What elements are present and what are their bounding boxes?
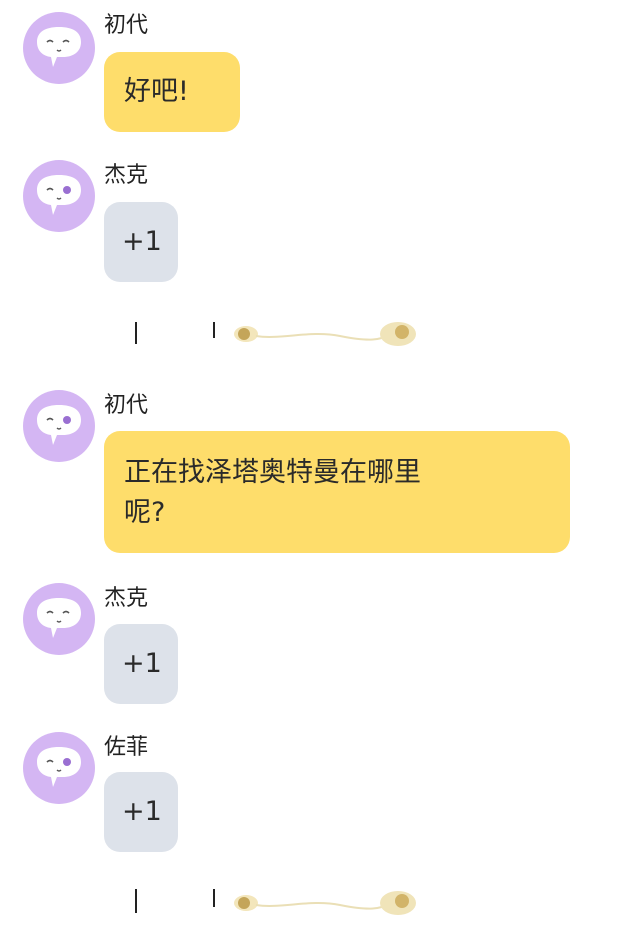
message-text: +1 bbox=[122, 648, 162, 679]
chat-thread: 初代 好吧! 杰克 +1 初代 正在找泽塔奥特曼在哪里 呢? 杰克 +1 佐菲 … bbox=[0, 0, 640, 935]
sender-name: 初代 bbox=[104, 393, 149, 418]
sender-name: 杰克 bbox=[104, 586, 149, 611]
ornament-divider bbox=[0, 879, 640, 929]
chat-bubble-face-icon bbox=[37, 175, 81, 215]
message-text: +1 bbox=[122, 226, 162, 257]
message-text: +1 bbox=[122, 796, 162, 827]
chat-bubble-face-icon bbox=[37, 598, 81, 638]
sender-name: 初代 bbox=[104, 13, 149, 38]
message-bubble[interactable]: +1 bbox=[104, 624, 178, 704]
chat-bubble-face-icon bbox=[37, 405, 81, 445]
ornament-divider bbox=[0, 310, 640, 360]
avatar[interactable] bbox=[23, 732, 95, 804]
avatar[interactable] bbox=[23, 160, 95, 232]
message-bubble[interactable]: +1 bbox=[104, 202, 178, 282]
snail-ornament-divider-icon bbox=[135, 889, 416, 915]
sender-name: 佐菲 bbox=[104, 735, 149, 760]
avatar[interactable] bbox=[23, 390, 95, 462]
chat-bubble-face-icon bbox=[37, 747, 81, 787]
message-bubble[interactable]: +1 bbox=[104, 772, 178, 852]
avatar[interactable] bbox=[23, 12, 95, 84]
message-text: 好吧! bbox=[124, 76, 189, 107]
sender-name: 杰克 bbox=[104, 163, 149, 188]
snail-ornament-divider-icon bbox=[135, 322, 416, 346]
avatar[interactable] bbox=[23, 583, 95, 655]
message-bubble[interactable]: 正在找泽塔奥特曼在哪里 呢? bbox=[104, 431, 570, 553]
message-bubble[interactable]: 好吧! bbox=[104, 52, 240, 132]
chat-bubble-face-icon bbox=[37, 27, 81, 67]
message-text: 正在找泽塔奥特曼在哪里 呢? bbox=[124, 457, 421, 528]
